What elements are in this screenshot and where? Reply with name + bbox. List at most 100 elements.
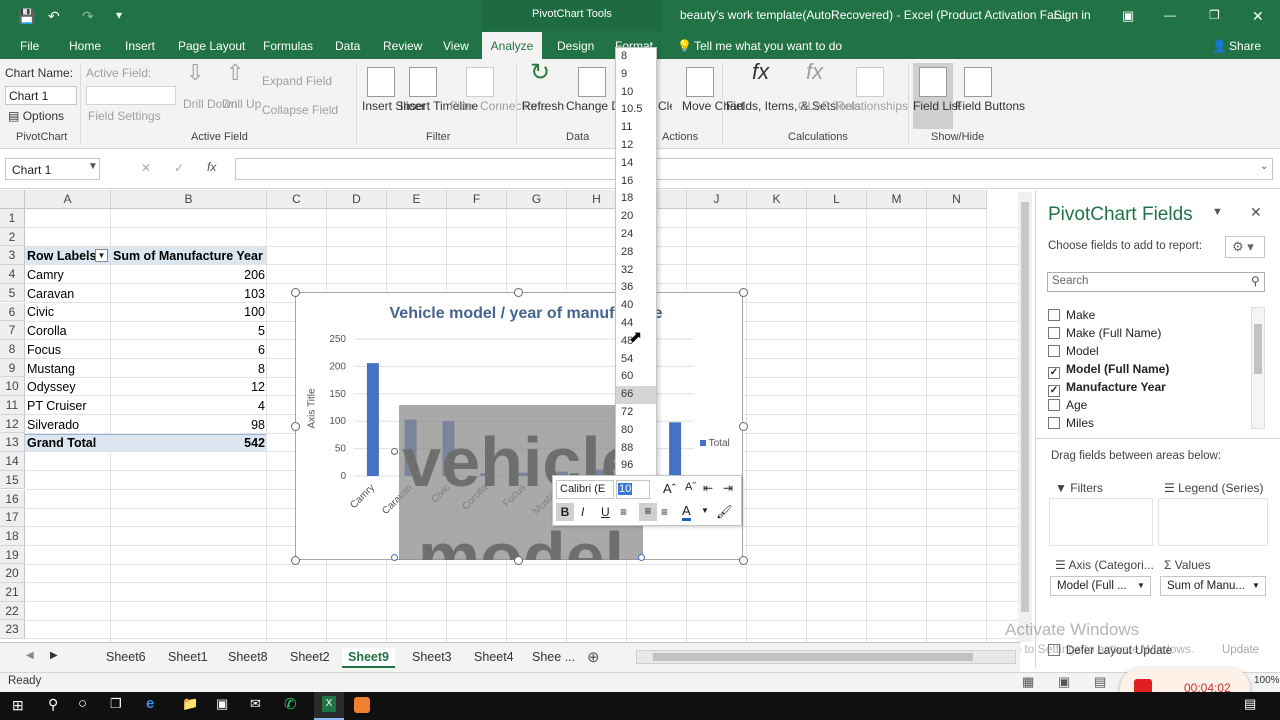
shrink-font-icon[interactable]: Aˇ: [685, 481, 696, 493]
decrease-indent-icon[interactable]: ⇤: [703, 481, 713, 495]
name-box[interactable]: Chart 1: [5, 158, 100, 180]
field-checkbox[interactable]: [1048, 327, 1060, 339]
row-labels-filter-icon[interactable]: ▼: [95, 249, 108, 262]
font-size-option[interactable]: 32: [616, 262, 656, 280]
column-header[interactable]: M: [867, 190, 927, 209]
tab-formulas[interactable]: Formulas: [263, 39, 313, 53]
row-header[interactable]: 1: [0, 209, 25, 228]
row-header[interactable]: 21: [0, 583, 25, 602]
edge-icon[interactable]: e: [146, 695, 154, 712]
row-header[interactable]: 15: [0, 470, 25, 490]
field-list-scrollbar[interactable]: [1251, 307, 1265, 429]
font-size-option[interactable]: 8: [616, 48, 656, 66]
row-header[interactable]: 13: [0, 433, 25, 453]
enter-icon[interactable]: ✓: [174, 161, 184, 175]
excel-taskbar-button[interactable]: X: [314, 692, 344, 720]
close-icon[interactable]: ✕: [1252, 8, 1264, 25]
recorder-app-icon[interactable]: [354, 697, 370, 713]
font-size-option[interactable]: 80: [616, 422, 656, 440]
font-color-dropdown-icon[interactable]: ▼: [701, 506, 709, 515]
maximize-icon[interactable]: ❐: [1209, 8, 1220, 22]
notifications-icon[interactable]: ▤: [1244, 696, 1256, 712]
next-sheet-icon[interactable]: ▶: [50, 650, 58, 661]
tab-data[interactable]: Data: [335, 39, 360, 53]
field-checkbox[interactable]: [1048, 309, 1060, 321]
undo-icon[interactable]: ↶: [48, 8, 60, 25]
underline-button[interactable]: U: [601, 505, 610, 519]
grow-font-icon[interactable]: Aˆ: [663, 481, 676, 496]
filters-drop-area[interactable]: [1049, 498, 1153, 546]
font-size-option[interactable]: 60: [616, 368, 656, 386]
field-buttons-button[interactable]: Field Buttons: [955, 99, 1025, 114]
chart-resize-handle[interactable]: [739, 422, 748, 431]
cancel-icon[interactable]: ✕: [141, 161, 151, 175]
chart-bar[interactable]: [366, 363, 379, 476]
column-header[interactable]: C: [267, 190, 327, 209]
align-right-icon[interactable]: ≡: [661, 505, 668, 519]
field-item[interactable]: ✓ Manufacture Year: [1048, 380, 1166, 397]
font-size-option[interactable]: 88: [616, 440, 656, 458]
row-header[interactable]: 8: [0, 339, 25, 359]
bold-button[interactable]: B: [556, 503, 574, 521]
row-header[interactable]: 20: [0, 564, 25, 583]
mail-icon[interactable]: ✉: [250, 696, 261, 712]
chart-legend[interactable]: Total: [700, 438, 730, 449]
row-header[interactable]: 2: [0, 227, 25, 247]
normal-view-icon[interactable]: ▦: [1022, 674, 1034, 690]
tell-me-box[interactable]: Tell me what you want to do: [694, 39, 842, 53]
font-size-option[interactable]: 11: [616, 119, 656, 137]
collapse-field-button[interactable]: Collapse Field: [262, 103, 338, 118]
font-size-option[interactable]: 16: [616, 173, 656, 191]
font-name-box[interactable]: Calibri (E: [556, 480, 614, 499]
field-checkbox[interactable]: [1048, 345, 1060, 357]
font-size-option[interactable]: 40: [616, 297, 656, 315]
photos-icon[interactable]: ▣: [216, 696, 228, 712]
row-header[interactable]: 23: [0, 620, 25, 640]
row-header[interactable]: 12: [0, 414, 25, 434]
font-color-button[interactable]: A: [682, 504, 691, 521]
values-chip-dropdown-icon[interactable]: ▼: [1252, 581, 1260, 590]
field-checkbox[interactable]: [1048, 399, 1060, 411]
tab-insert[interactable]: Insert: [125, 39, 155, 53]
ribbon-display-icon[interactable]: ▣: [1122, 8, 1134, 24]
column-header[interactable]: B: [111, 190, 267, 209]
minimize-icon[interactable]: —: [1164, 8, 1176, 22]
chart-resize-handle[interactable]: [739, 556, 748, 565]
font-size-option[interactable]: 10.5: [616, 101, 656, 119]
drill-up-button[interactable]: Drill Up: [222, 97, 261, 112]
field-checkbox[interactable]: [1048, 417, 1060, 429]
textbox-handle[interactable]: [391, 554, 398, 561]
font-size-option[interactable]: 20: [616, 208, 656, 226]
sheet-tab[interactable]: Sheet8: [228, 650, 268, 664]
row-header[interactable]: 7: [0, 321, 25, 340]
font-size-option[interactable]: 24: [616, 226, 656, 244]
field-item[interactable]: Age: [1048, 398, 1087, 412]
column-header[interactable]: D: [327, 190, 387, 209]
options-button[interactable]: ▤ Options: [8, 109, 64, 124]
tab-home[interactable]: Home: [69, 39, 101, 53]
expand-formula-icon[interactable]: ⌄: [1260, 161, 1268, 172]
taskbar-search-icon[interactable]: ⚲: [48, 696, 58, 713]
tab-page-layout[interactable]: Page Layout: [178, 39, 245, 53]
horizontal-scrollbar[interactable]: [636, 650, 1016, 664]
column-header[interactable]: E: [387, 190, 447, 209]
sign-in-link[interactable]: Sign in: [1054, 8, 1091, 22]
whatsapp-icon[interactable]: ✆: [284, 695, 297, 713]
relationships-button[interactable]: Relationships: [836, 99, 908, 114]
share-button[interactable]: Share: [1229, 39, 1261, 53]
font-size-option[interactable]: 10: [616, 84, 656, 102]
column-header[interactable]: G: [507, 190, 567, 209]
legend-drop-area[interactable]: [1158, 498, 1268, 546]
tab-file[interactable]: File: [20, 39, 39, 53]
row-header[interactable]: 4: [0, 265, 25, 284]
insert-slicer-button[interactable]: Insert Slicer: [362, 99, 425, 114]
field-item[interactable]: Make (Full Name): [1048, 326, 1161, 340]
sheet-tab[interactable]: Sheet1: [168, 650, 208, 664]
column-header[interactable]: N: [927, 190, 987, 209]
sheet-tab[interactable]: Sheet2: [290, 650, 330, 664]
row-header[interactable]: 22: [0, 601, 25, 621]
font-size-option[interactable]: 96: [616, 457, 656, 475]
share-icon[interactable]: 👤: [1212, 39, 1227, 53]
horizontal-scroll-thumb[interactable]: [653, 653, 973, 661]
select-all-corner[interactable]: [0, 190, 25, 209]
